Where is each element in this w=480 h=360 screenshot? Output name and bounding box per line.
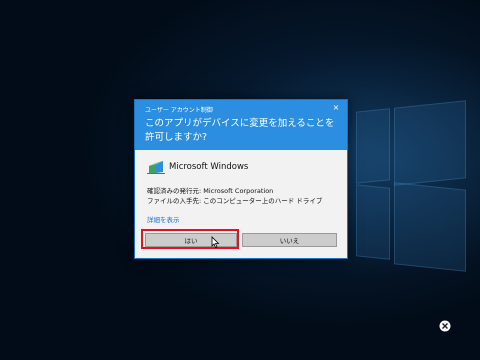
dialog-question: このアプリがデバイスに変更を加えることを許可しますか? [145,118,335,143]
mouse-pointer-icon [211,236,220,248]
app-name: Microsoft Windows [169,162,249,172]
publisher-line: 確認済みの発行元: Microsoft Corporation [147,187,274,195]
no-button[interactable]: いいえ [242,233,337,247]
ease-of-access-icon[interactable] [439,320,451,332]
windows-logo-pane [394,182,466,272]
show-details-link[interactable]: 詳細を表示 [147,214,180,224]
windows-logo-pane [394,100,466,186]
uac-dialog: ユーザー アカウント制御 × このアプリがデバイスに変更を加えることを許可します… [134,99,348,259]
app-info: 確認済みの発行元: Microsoft Corporation ファイルの入手先… [147,186,322,206]
windows-logo-pane [356,184,390,260]
dialog-header: ユーザー アカウント制御 × このアプリがデバイスに変更を加えることを許可します… [135,100,347,150]
uac-shield-icon [147,161,165,174]
file-origin-line: ファイルの入手先: このコンピューター上のハード ドライブ [147,197,323,205]
close-button[interactable]: × [331,103,341,113]
yes-button[interactable]: はい [145,233,237,247]
dialog-title: ユーザー アカウント制御 [145,107,213,114]
windows-logo-pane [356,108,390,184]
